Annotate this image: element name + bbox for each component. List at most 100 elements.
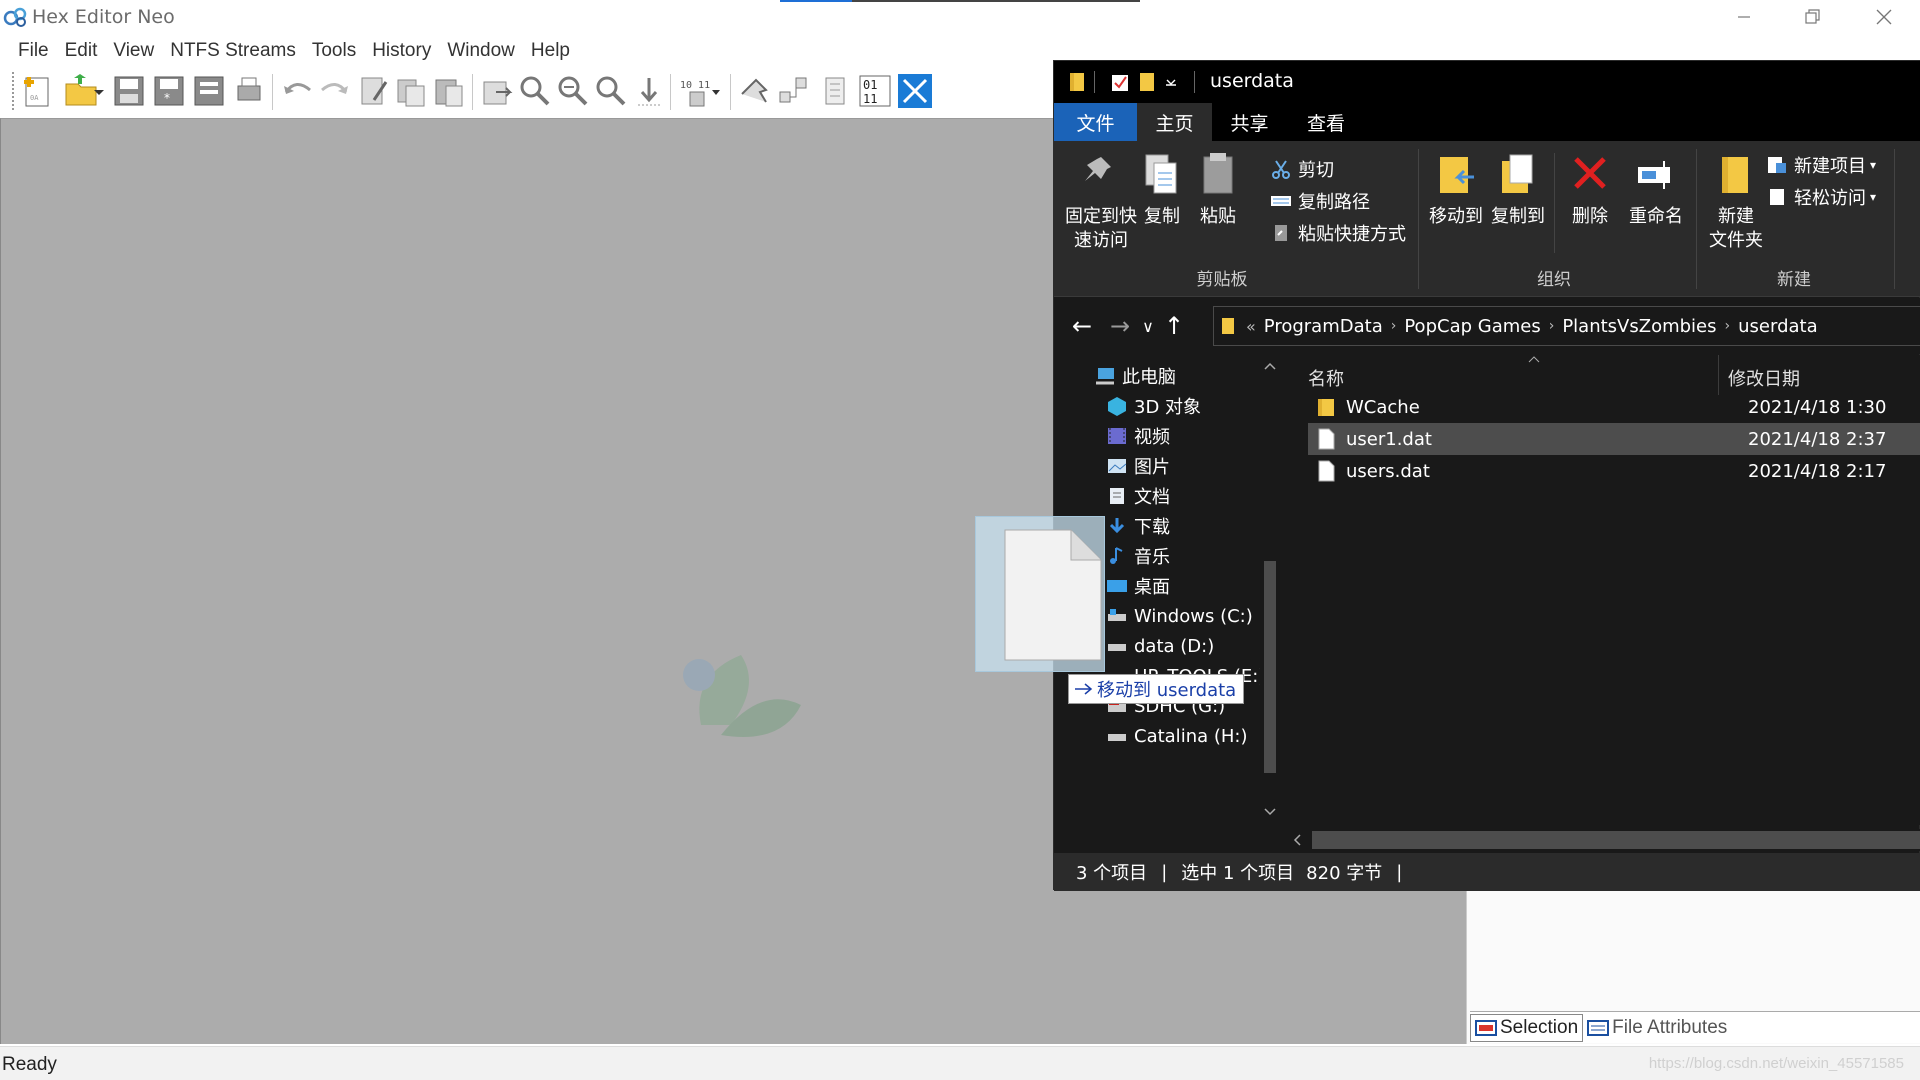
edit-icon[interactable] xyxy=(354,72,392,110)
find-next-icon[interactable] xyxy=(554,72,592,110)
copy-button[interactable]: 复制 xyxy=(1134,151,1190,229)
tree-drive-d[interactable]: data (D:) xyxy=(1106,631,1214,661)
menu-tools[interactable]: Tools xyxy=(312,40,356,62)
breadcrumb-programdata[interactable]: ProgramData xyxy=(1264,316,1383,337)
copy-icon[interactable] xyxy=(392,72,430,110)
paste-shortcut-label: 粘贴快捷方式 xyxy=(1298,224,1406,245)
menu-edit[interactable]: Edit xyxy=(65,40,98,62)
rename-button[interactable]: 重命名 xyxy=(1620,151,1692,229)
pin-icon xyxy=(1085,157,1111,181)
save-icon[interactable] xyxy=(110,72,148,110)
chevron-down-icon[interactable] xyxy=(92,72,106,110)
address-bar[interactable]: « ProgramData › PopCap Games › PlantsVsZ… xyxy=(1213,306,1920,346)
breadcrumb-userdata[interactable]: userdata xyxy=(1738,316,1818,337)
undo-icon[interactable] xyxy=(278,72,316,110)
menu-view[interactable]: View xyxy=(113,40,154,62)
columns-icon[interactable]: 10 11 xyxy=(676,72,724,110)
restore-button[interactable] xyxy=(1778,0,1846,34)
tab-home[interactable]: 主页 xyxy=(1137,103,1212,141)
breadcrumb-plantsvszombies[interactable]: PlantsVsZombies xyxy=(1562,316,1716,337)
tree-documents[interactable]: 文档 xyxy=(1106,481,1170,511)
drive-icon xyxy=(1108,734,1126,741)
patterns-icon[interactable] xyxy=(816,72,854,110)
copy-path-button[interactable]: 复制路径 xyxy=(1270,187,1370,215)
tree-videos[interactable]: 视频 xyxy=(1106,421,1170,451)
find-prev-icon[interactable] xyxy=(592,72,630,110)
file-row-users-dat[interactable]: users.dat 2021/4/18 2:17 xyxy=(1308,455,1920,487)
copy-to-icon xyxy=(1502,154,1533,193)
pointer-icon[interactable] xyxy=(736,72,774,110)
tree-3d-objects[interactable]: 3D 对象 xyxy=(1106,391,1201,421)
menu-file[interactable]: File xyxy=(18,40,49,62)
hex-editor-watermark-logo xyxy=(683,655,801,737)
save-all-icon[interactable]: * xyxy=(150,72,188,110)
chevron-down-icon[interactable] xyxy=(1164,71,1178,93)
menu-history[interactable]: History xyxy=(372,40,431,62)
export-icon[interactable] xyxy=(478,72,516,110)
goto-icon[interactable] xyxy=(630,72,668,110)
tree-drive-c[interactable]: Windows (C:) xyxy=(1106,601,1253,631)
paste-shortcut-button[interactable]: 粘贴快捷方式 xyxy=(1270,219,1406,247)
fullscreen-icon[interactable] xyxy=(896,72,934,110)
tree-this-pc[interactable]: 此电脑 xyxy=(1094,361,1176,391)
file-list-scroll-thumb[interactable] xyxy=(1312,831,1920,849)
close-button[interactable] xyxy=(1850,0,1918,34)
back-button[interactable]: ← xyxy=(1066,310,1098,342)
tab-file-attributes[interactable]: File Attributes xyxy=(1583,1014,1731,1042)
minimize-button[interactable] xyxy=(1710,0,1778,34)
save-as-icon[interactable] xyxy=(190,72,228,110)
tree-pictures[interactable]: 图片 xyxy=(1106,451,1170,481)
properties-icon[interactable] xyxy=(1110,71,1130,93)
move-to-button[interactable]: 移动到 xyxy=(1424,151,1488,229)
nav-pane-scroll-thumb[interactable] xyxy=(1264,561,1276,773)
tree-label: Windows (C:) xyxy=(1134,605,1253,627)
column-header-modified[interactable]: 修改日期 xyxy=(1728,365,1800,391)
scroll-left-icon[interactable] xyxy=(1292,833,1302,847)
delete-button[interactable]: 删除 xyxy=(1562,151,1618,229)
tab-view[interactable]: 查看 xyxy=(1287,103,1365,141)
cut-button[interactable]: 剪切 xyxy=(1270,155,1334,183)
tree-downloads[interactable]: 下载 xyxy=(1106,511,1170,541)
computer-icon xyxy=(1096,368,1114,385)
up-button[interactable]: ↑ xyxy=(1158,310,1190,342)
tree-label: 音乐 xyxy=(1134,547,1170,568)
new-folder-quick-icon[interactable] xyxy=(1138,71,1158,93)
column-divider[interactable] xyxy=(1718,355,1719,395)
scroll-down-icon[interactable] xyxy=(1263,807,1277,817)
new-item-button[interactable]: 新建项目 ▾ xyxy=(1766,151,1876,179)
easy-access-button[interactable]: 轻松访问 ▾ xyxy=(1766,183,1876,211)
scroll-up-icon[interactable] xyxy=(1263,361,1277,371)
toolbar: 0A * 10 11 01 11 xyxy=(10,70,1050,114)
menu-window[interactable]: Window xyxy=(447,40,515,62)
tree-desktop[interactable]: 桌面 xyxy=(1106,571,1170,601)
binary-icon[interactable]: 0111 xyxy=(856,72,894,110)
pin-quick-access-button[interactable]: 固定到快 速访问 xyxy=(1064,151,1138,253)
new-folder-button[interactable]: 新建 文件夹 xyxy=(1704,151,1768,253)
tree-drive-h[interactable]: Catalina (H:) xyxy=(1106,721,1248,751)
menu-help[interactable]: Help xyxy=(531,40,570,62)
copy-path-label: 复制路径 xyxy=(1298,192,1370,213)
print-icon[interactable] xyxy=(230,72,268,110)
toolbar-grip[interactable] xyxy=(12,72,15,110)
svg-text:11: 11 xyxy=(863,92,877,106)
tab-selection[interactable]: Selection xyxy=(1470,1013,1584,1042)
overflow-chevron[interactable]: « xyxy=(1246,317,1256,336)
menu-ntfs-streams[interactable]: NTFS Streams xyxy=(170,40,296,62)
folder-icon[interactable] xyxy=(1068,71,1088,93)
paste-icon[interactable] xyxy=(430,72,468,110)
status-separator: | xyxy=(1161,861,1168,883)
file-row-wcache[interactable]: WCache 2021/4/18 1:30 xyxy=(1308,391,1920,423)
tab-file[interactable]: 文件 xyxy=(1054,103,1137,141)
redo-icon[interactable] xyxy=(316,72,354,110)
paste-button[interactable]: 粘贴 xyxy=(1190,151,1246,229)
find-icon[interactable] xyxy=(516,72,554,110)
new-file-icon[interactable]: 0A xyxy=(18,72,56,110)
tree-music[interactable]: 音乐 xyxy=(1106,541,1170,571)
copy-to-button[interactable]: 复制到 xyxy=(1486,151,1550,229)
menu-bar: File Edit View NTFS Streams Tools Histor… xyxy=(0,36,1050,66)
breadcrumb-popcap-games[interactable]: PopCap Games xyxy=(1404,316,1540,337)
column-header-name[interactable]: 名称 xyxy=(1308,365,1344,391)
tab-share[interactable]: 共享 xyxy=(1212,103,1287,141)
file-row-user1-dat[interactable]: user1.dat 2021/4/18 2:37 xyxy=(1308,423,1920,455)
structure-icon[interactable] xyxy=(776,72,814,110)
